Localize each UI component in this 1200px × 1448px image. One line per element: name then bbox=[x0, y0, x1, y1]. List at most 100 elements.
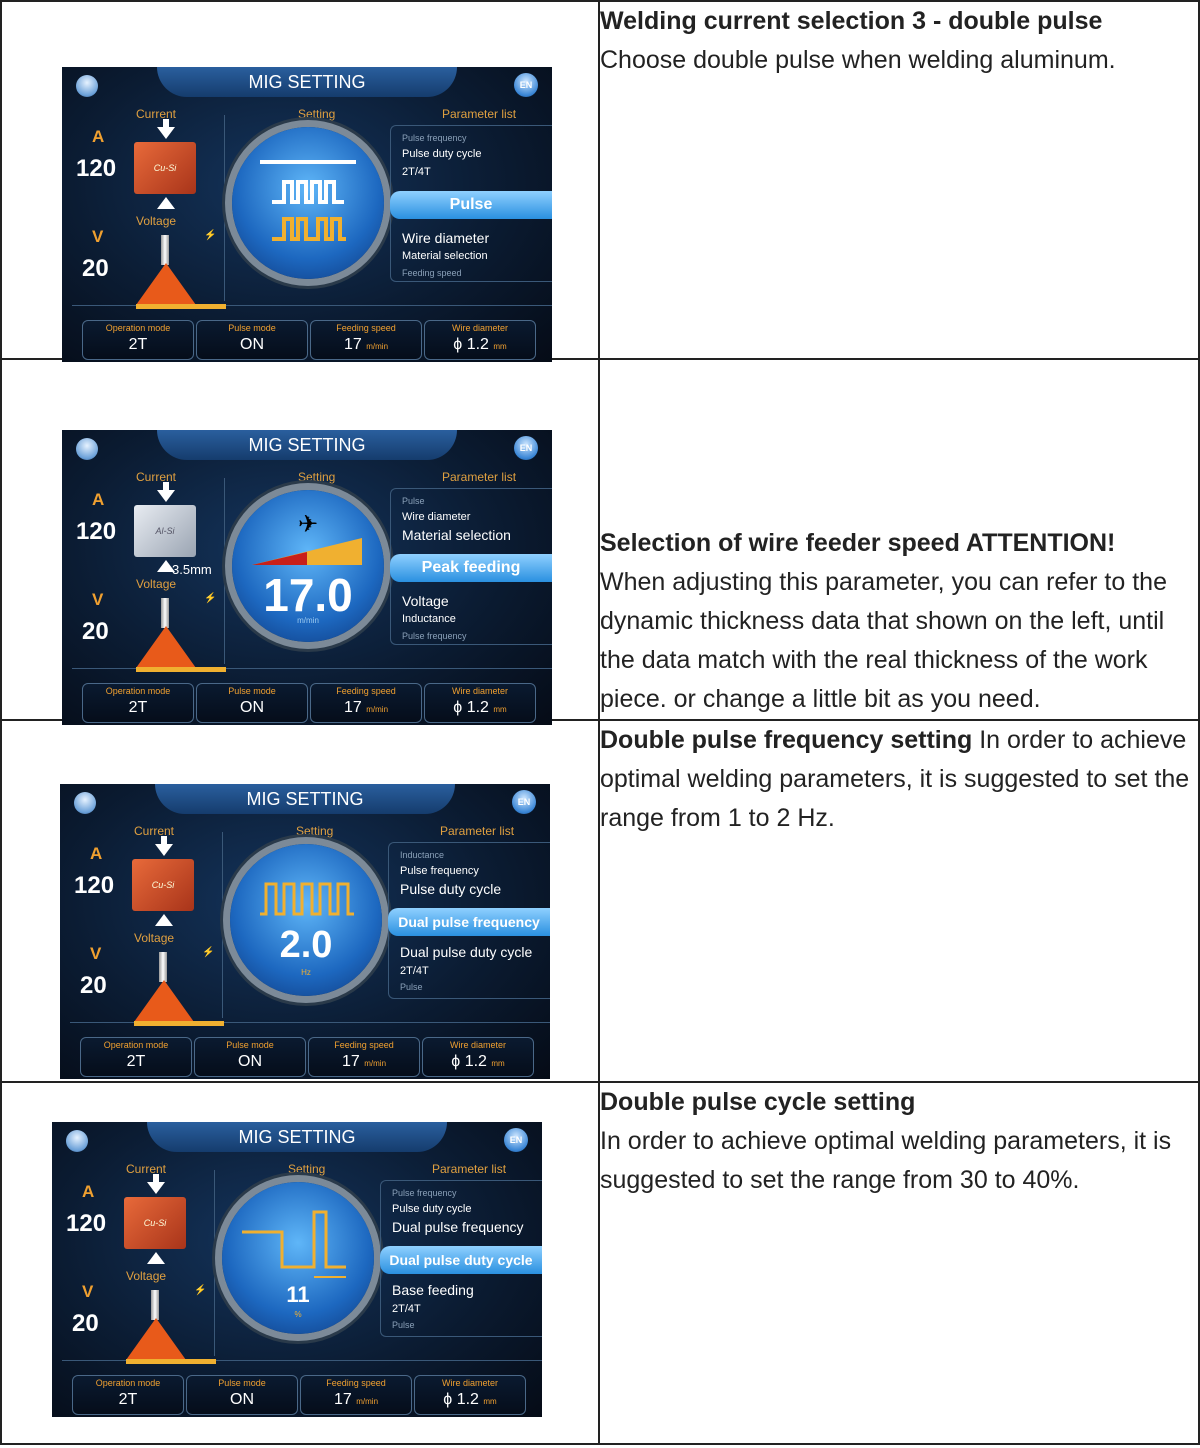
list-item[interactable]: Inductance bbox=[400, 850, 444, 860]
volt-value[interactable]: 20 bbox=[82, 255, 109, 283]
amp-value[interactable]: 120 bbox=[74, 872, 114, 900]
section-setting: Setting bbox=[298, 107, 336, 121]
pulse-mode-box[interactable]: Pulse mode ON bbox=[196, 320, 308, 360]
wire-diameter-box[interactable]: Wire diameter ϕ 1.2 mm bbox=[424, 320, 536, 360]
torch-icon bbox=[161, 235, 169, 265]
amp-unit: A bbox=[82, 1182, 95, 1201]
operation-mode-box[interactable]: Operation mode 2T bbox=[82, 320, 194, 360]
list-item[interactable]: Feeding speed bbox=[402, 268, 462, 278]
back-icon[interactable] bbox=[66, 1130, 88, 1152]
wire-icon: ⚡ bbox=[194, 1285, 207, 1296]
list-item[interactable]: Pulse bbox=[402, 496, 425, 506]
operation-mode-box[interactable]: Operation mode 2T bbox=[82, 683, 194, 723]
list-item-selected[interactable]: Dual pulse frequency bbox=[388, 908, 550, 936]
list-item[interactable]: Inductance bbox=[402, 613, 456, 625]
language-icon[interactable]: EN bbox=[514, 73, 538, 97]
amp-unit: A bbox=[92, 127, 105, 146]
list-item[interactable]: Wire diameter bbox=[402, 511, 470, 523]
language-icon[interactable]: EN bbox=[514, 436, 538, 460]
table-row: MIG SETTING EN Current Setting Parameter… bbox=[0, 358, 1200, 725]
feeding-speed-box[interactable]: Feeding speed 17 m/min bbox=[310, 683, 422, 723]
list-item[interactable]: Dual pulse frequency bbox=[392, 1219, 524, 1235]
list-item[interactable]: Pulse bbox=[400, 982, 423, 992]
list-item[interactable]: Pulse frequency bbox=[392, 1188, 457, 1198]
section-voltage: Voltage bbox=[126, 1269, 167, 1283]
box-value: ϕ 1.2 mm bbox=[453, 699, 507, 716]
volt-value[interactable]: 20 bbox=[82, 618, 109, 646]
box-label: Feeding speed bbox=[336, 686, 396, 696]
wire-diameter-box[interactable]: Wire diameter ϕ 1.2 mm bbox=[424, 683, 536, 723]
list-item[interactable]: Voltage bbox=[402, 593, 449, 609]
box-label: Operation mode bbox=[103, 1040, 169, 1050]
feeding-speed-box[interactable]: Feeding speed 17 m/min bbox=[310, 320, 422, 360]
feeding-speed-box[interactable]: Feeding speed 17 m/min bbox=[300, 1375, 412, 1415]
back-icon[interactable] bbox=[76, 438, 98, 460]
section-parameter-list: Parameter list bbox=[442, 107, 517, 121]
volt-value[interactable]: 20 bbox=[72, 1310, 99, 1338]
language-icon[interactable]: EN bbox=[504, 1128, 528, 1152]
box-label: Pulse mode bbox=[228, 686, 276, 696]
section-current: Current bbox=[134, 824, 175, 838]
pulse-mode-box[interactable]: Pulse mode ON bbox=[196, 683, 308, 723]
list-item[interactable]: Pulse frequency bbox=[400, 865, 479, 877]
list-item[interactable]: Pulse duty cycle bbox=[392, 1203, 471, 1215]
list-item[interactable]: Pulse duty cycle bbox=[402, 148, 481, 160]
operation-mode-box[interactable]: Operation mode 2T bbox=[72, 1375, 184, 1415]
back-icon[interactable] bbox=[74, 792, 96, 814]
list-item[interactable]: Dual pulse duty cycle bbox=[400, 944, 532, 960]
pulse-mode-box[interactable]: Pulse mode ON bbox=[194, 1037, 306, 1077]
workpiece-icon bbox=[136, 304, 226, 309]
table-row: MIG SETTING EN Current Setting Parameter… bbox=[0, 719, 1200, 1083]
setting-dial[interactable] bbox=[232, 127, 384, 279]
list-item[interactable]: Pulse frequency bbox=[402, 631, 467, 641]
box-value: ϕ 1.2 mm bbox=[453, 336, 507, 353]
workpiece-icon bbox=[134, 1021, 224, 1026]
arrow-down-icon bbox=[157, 127, 175, 139]
box-label: Wire diameter bbox=[451, 323, 508, 333]
divider bbox=[222, 832, 223, 1018]
list-item[interactable]: Base feeding bbox=[392, 1282, 474, 1298]
volt-unit: V bbox=[90, 944, 102, 963]
back-icon[interactable] bbox=[76, 75, 98, 97]
dial-unit: m/min bbox=[297, 616, 319, 625]
language-icon[interactable]: EN bbox=[512, 790, 536, 814]
amp-value[interactable]: 120 bbox=[76, 518, 116, 546]
pulse-mode-box[interactable]: Pulse mode ON bbox=[186, 1375, 298, 1415]
feeding-speed-box[interactable]: Feeding speed 17 m/min bbox=[308, 1037, 420, 1077]
list-item[interactable]: Wire diameter bbox=[402, 230, 489, 246]
list-item[interactable]: 2T/4T bbox=[392, 1303, 421, 1315]
wire-diameter-box[interactable]: Wire diameter ϕ 1.2 mm bbox=[422, 1037, 534, 1077]
mig-setting-panel: MIG SETTING EN Current Setting Parameter… bbox=[52, 1122, 542, 1417]
list-item[interactable]: Pulse bbox=[392, 1320, 415, 1330]
amp-value[interactable]: 120 bbox=[66, 1210, 106, 1238]
description-cell: Selection of wire feeder speed ATTENTION… bbox=[598, 358, 1200, 721]
arrow-up-icon bbox=[147, 1252, 165, 1264]
material-block: Cu-Si bbox=[124, 1197, 186, 1249]
section-voltage: Voltage bbox=[134, 931, 175, 945]
panel-title: MIG SETTING bbox=[246, 789, 364, 809]
row-text: When adjusting this parameter, you can r… bbox=[600, 568, 1167, 713]
list-item[interactable]: 2T/4T bbox=[400, 965, 429, 977]
volt-value[interactable]: 20 bbox=[80, 972, 107, 1000]
box-label: Pulse mode bbox=[228, 323, 276, 333]
mig-setting-panel: MIG SETTING EN Current Setting Parameter… bbox=[60, 784, 550, 1079]
setting-dial[interactable]: 11 % bbox=[222, 1182, 374, 1334]
list-item-selected[interactable]: Pulse bbox=[390, 191, 552, 219]
section-voltage: Voltage bbox=[136, 214, 177, 228]
list-item[interactable]: Pulse duty cycle bbox=[400, 881, 501, 897]
setting-dial[interactable]: 2.0 Hz bbox=[230, 844, 382, 996]
list-item[interactable]: Material selection bbox=[402, 250, 488, 262]
setting-dial[interactable]: ✈ 17.0 m/min bbox=[232, 490, 384, 642]
section-setting: Setting bbox=[298, 470, 336, 484]
list-item[interactable]: 2T/4T bbox=[402, 166, 431, 178]
amp-value[interactable]: 120 bbox=[76, 155, 116, 183]
box-value: 2T bbox=[118, 1391, 138, 1408]
list-item-selected[interactable]: Peak feeding bbox=[390, 554, 552, 582]
list-item-selected[interactable]: Dual pulse duty cycle bbox=[380, 1246, 542, 1274]
operation-mode-box[interactable]: Operation mode 2T bbox=[80, 1037, 192, 1077]
wire-diameter-box[interactable]: Wire diameter ϕ 1.2 mm bbox=[414, 1375, 526, 1415]
table-row: MIG SETTING EN Current Setting Parameter… bbox=[0, 0, 1200, 362]
wire-icon: ⚡ bbox=[204, 593, 217, 604]
list-item[interactable]: Material selection bbox=[402, 527, 511, 543]
list-item[interactable]: Pulse frequency bbox=[402, 133, 467, 143]
